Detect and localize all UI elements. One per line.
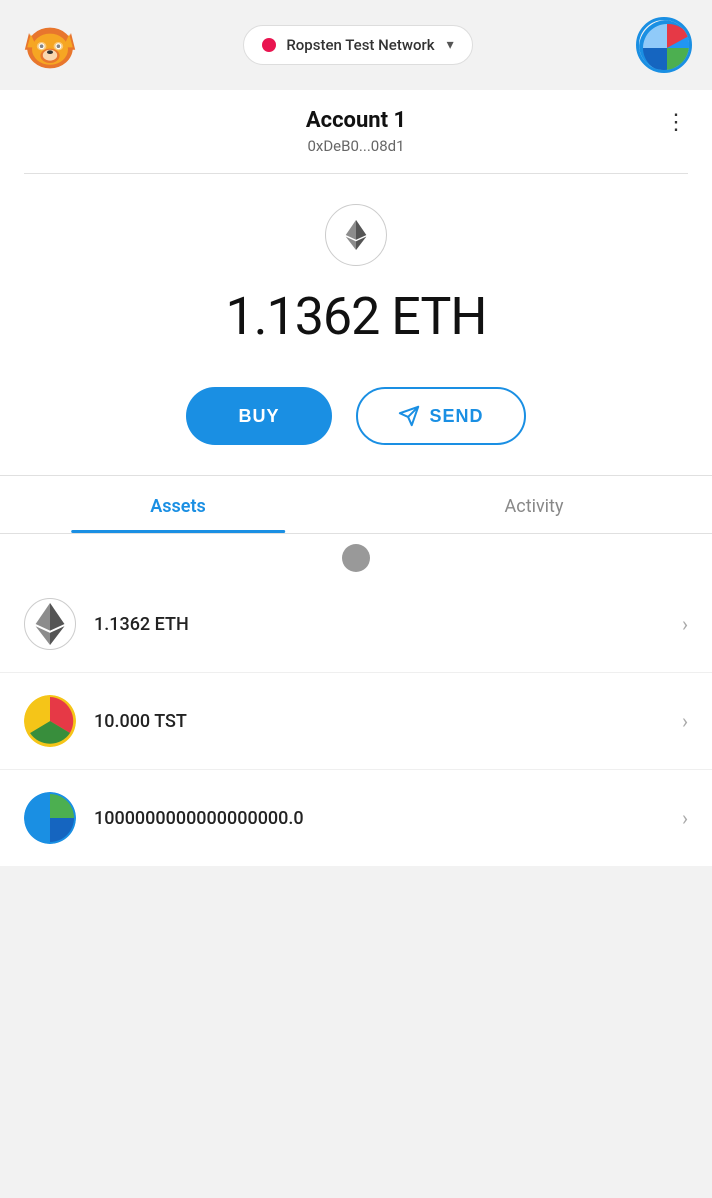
buy-button[interactable]: BUY [186, 387, 331, 445]
tabs-section: Assets Activity [0, 475, 712, 576]
account-divider [24, 173, 688, 174]
tst-token-icon [24, 695, 76, 747]
asset-item-custom[interactable]: 1000000000000000000.0 › [0, 770, 712, 866]
eth-asset-amount: 1.1362 ETH [94, 614, 682, 635]
more-options-button[interactable]: ⋮ [665, 110, 688, 135]
tab-assets[interactable]: Assets [0, 476, 356, 533]
network-selector[interactable]: Ropsten Test Network ▾ [243, 25, 472, 65]
asset-list: 1.1362 ETH › 10.000 TST › 10000000000000… [0, 576, 712, 866]
custom-asset-amount: 1000000000000000000.0 [94, 808, 682, 829]
custom-token-icon [24, 792, 76, 844]
account-name: Account 1 [306, 108, 406, 133]
eth-logo-circle [325, 204, 387, 266]
avatar-image [639, 20, 692, 73]
eth-diamond-icon [341, 220, 371, 250]
send-icon [398, 405, 420, 427]
account-address: 0xDeB0...08d1 [307, 137, 404, 155]
balance-section: 1.1362 ETH [0, 174, 712, 357]
asset-item-eth[interactable]: 1.1362 ETH › [0, 576, 712, 673]
custom-chevron-icon: › [682, 806, 688, 830]
custom-icon-svg [24, 792, 76, 844]
scroll-indicator-row [0, 534, 712, 576]
tst-icon-svg [24, 695, 76, 747]
asset-item-tst[interactable]: 10.000 TST › [0, 673, 712, 770]
tabs-row: Assets Activity [0, 476, 712, 534]
chevron-down-icon: ▾ [447, 37, 454, 53]
action-buttons: BUY SEND [0, 357, 712, 475]
tst-asset-amount: 10.000 TST [94, 711, 682, 732]
tab-activity[interactable]: Activity [356, 476, 712, 533]
metamask-logo [20, 15, 80, 75]
balance-amount: 1.1362 ETH [226, 286, 487, 347]
eth-token-icon [24, 598, 76, 650]
eth-chevron-icon: › [682, 612, 688, 636]
eth-icon-svg [33, 603, 67, 645]
account-section: Account 1 0xDeB0...08d1 ⋮ [0, 90, 712, 174]
tst-chevron-icon: › [682, 709, 688, 733]
network-label: Ropsten Test Network [286, 36, 434, 54]
network-status-dot [262, 38, 276, 52]
header: Ropsten Test Network ▾ [0, 0, 712, 90]
scroll-indicator-dot [342, 544, 370, 572]
account-avatar[interactable] [636, 17, 692, 73]
send-button[interactable]: SEND [356, 387, 526, 445]
